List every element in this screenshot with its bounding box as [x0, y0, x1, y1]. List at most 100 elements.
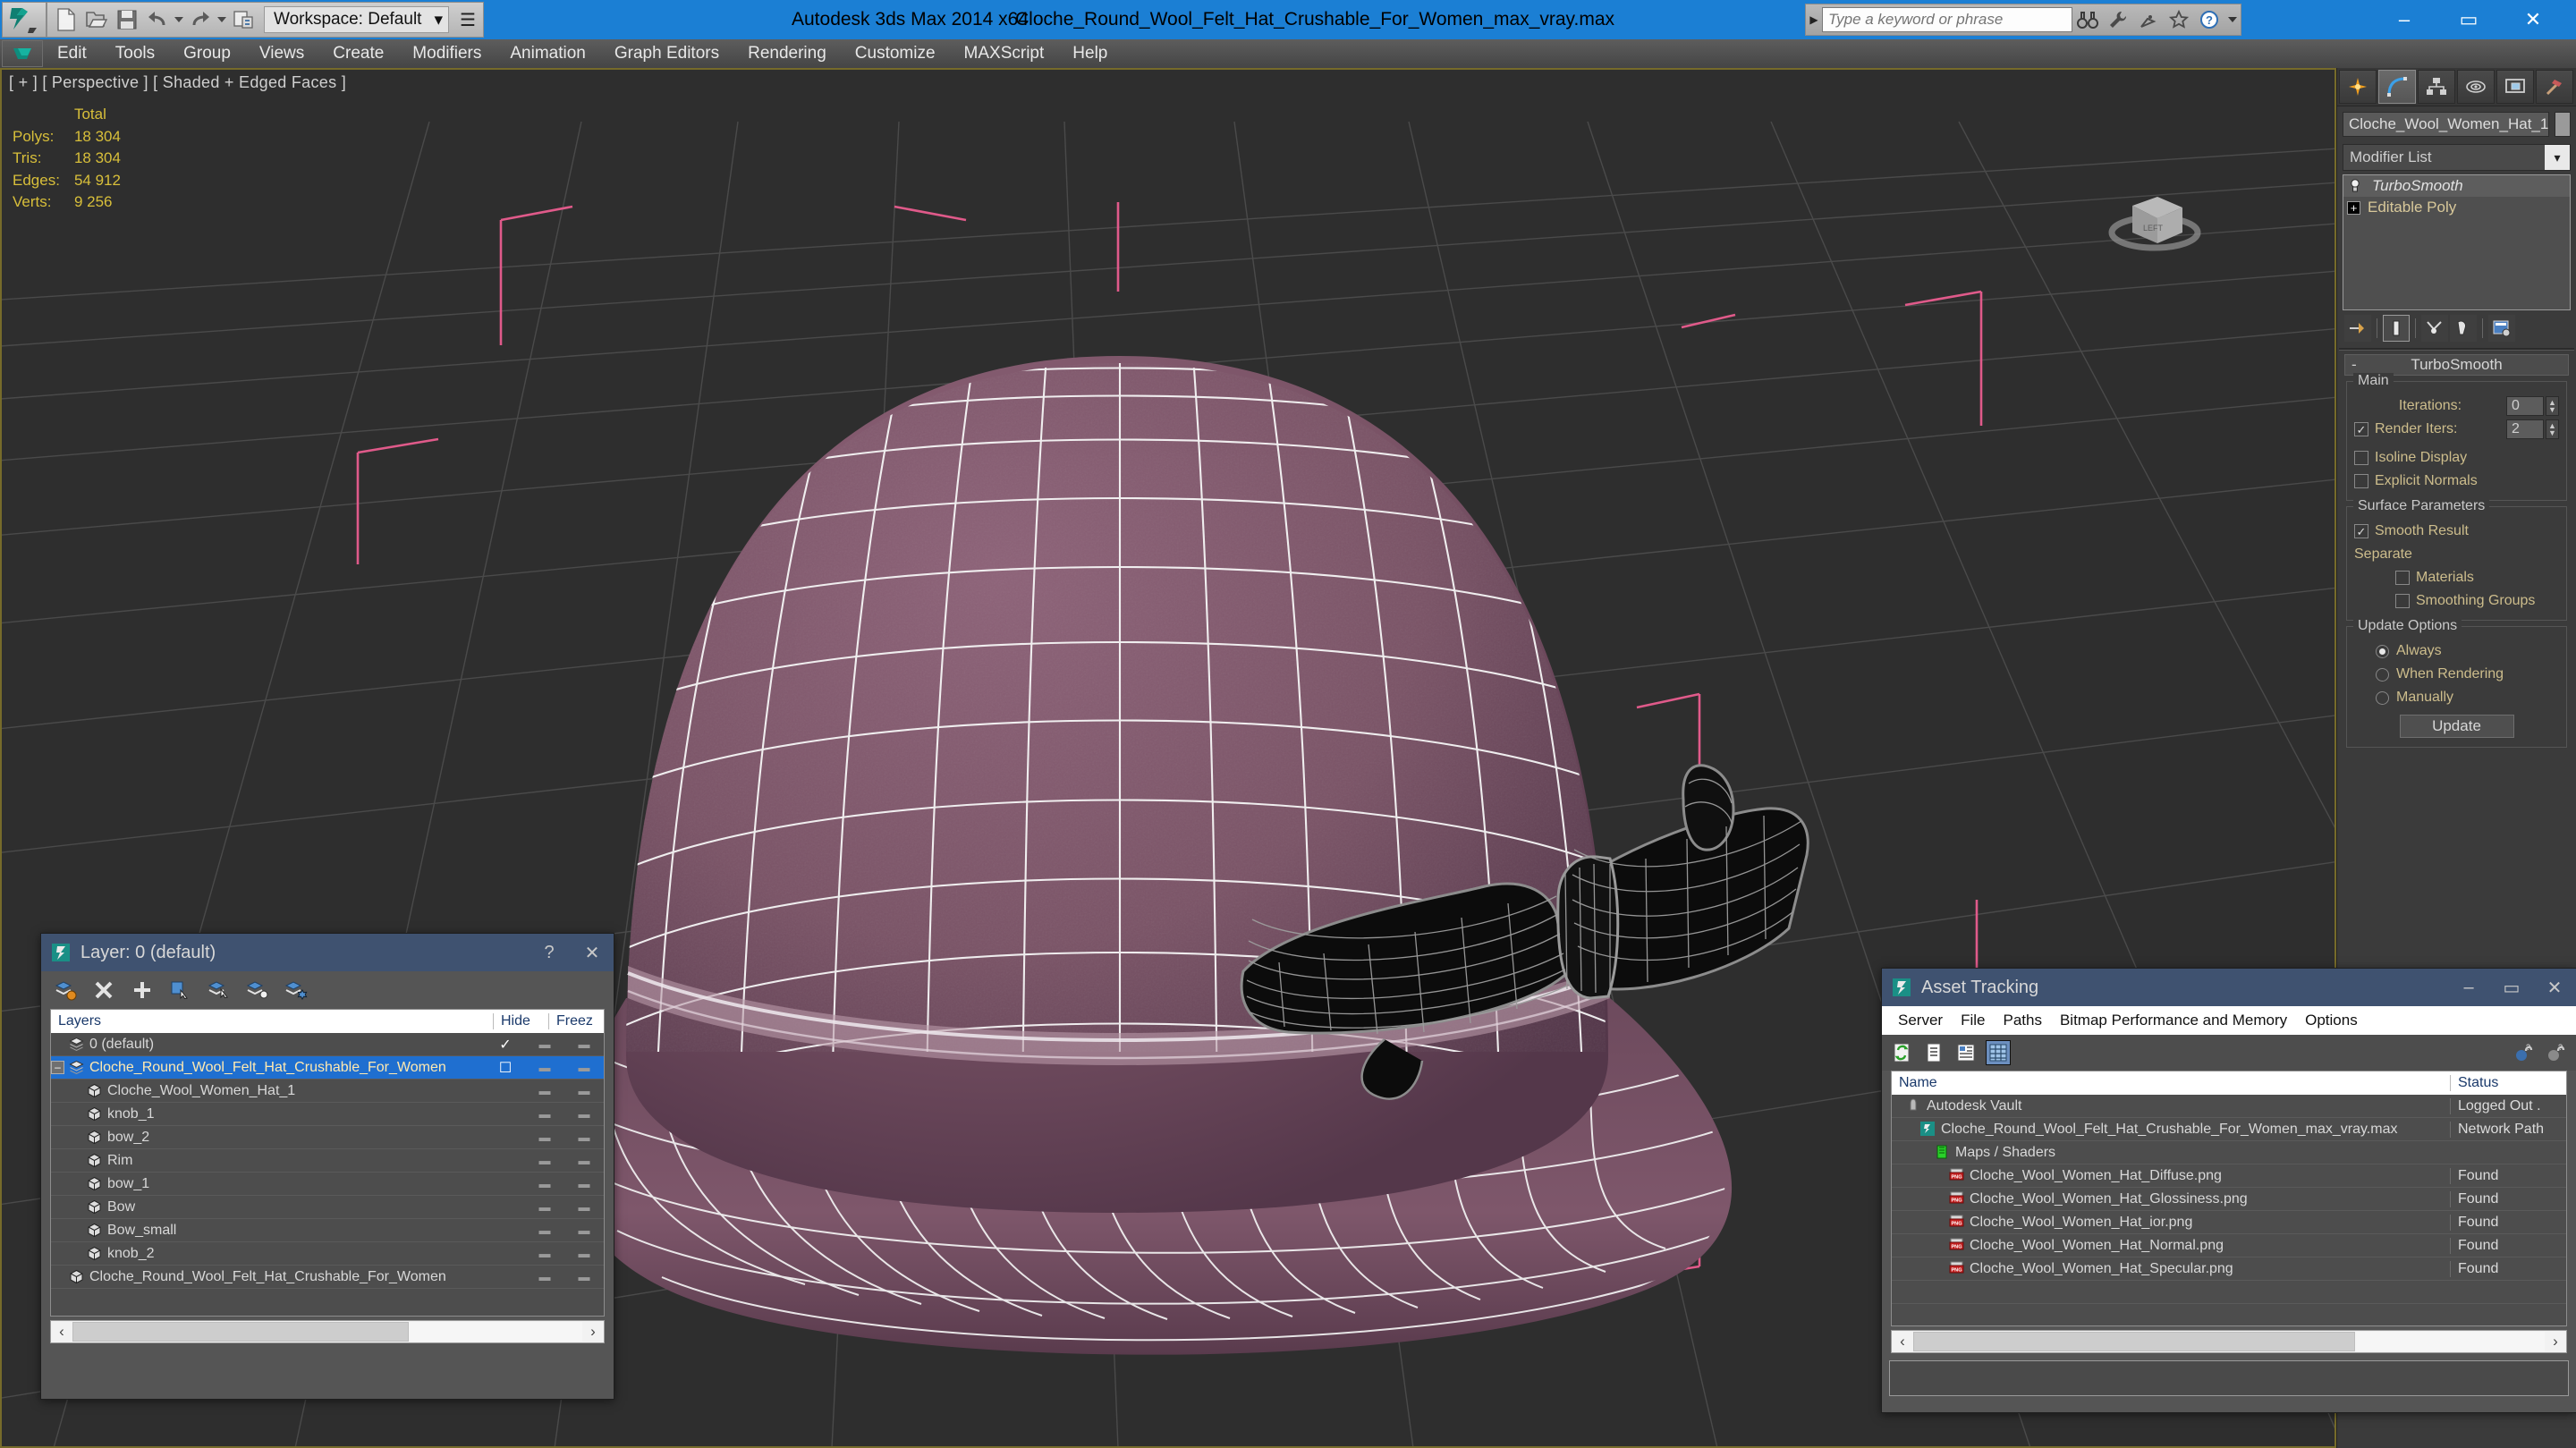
freeze-cell[interactable]: ▬: [564, 1200, 604, 1214]
star-icon[interactable]: [2164, 5, 2194, 34]
stack-item-turbosmooth[interactable]: TurboSmooth: [2343, 175, 2570, 197]
modifier-stack[interactable]: TurboSmooth + Editable Poly: [2343, 174, 2571, 310]
layer-help-button[interactable]: ?: [528, 934, 571, 971]
asset-tracking-window[interactable]: Asset Tracking – ▭ ✕ Server File Paths B…: [1881, 968, 2576, 1413]
asset-row[interactable]: Maps / Shaders: [1892, 1141, 2566, 1164]
undo-icon[interactable]: [142, 4, 173, 35]
satellite-dish-icon[interactable]: [2133, 5, 2164, 34]
scroll-thumb[interactable]: [72, 1322, 410, 1342]
help-dropdown-icon[interactable]: [2224, 5, 2241, 34]
hide-cell[interactable]: ▬: [525, 1224, 564, 1237]
freeze-cell[interactable]: ▬: [564, 1177, 604, 1190]
modifier-list-dropdown[interactable]: Modifier List ▾: [2343, 144, 2571, 171]
menu-customize[interactable]: Customize: [841, 39, 950, 68]
freeze-cell[interactable]: ▬: [564, 1107, 604, 1121]
show-end-result-icon[interactable]: [2383, 315, 2410, 342]
asset-row[interactable]: PNG Cloche_Wool_Women_Hat_ior.png Found: [1892, 1211, 2566, 1234]
at-menu-paths[interactable]: Paths: [1994, 1006, 2050, 1035]
object-color-swatch[interactable]: [2555, 112, 2571, 137]
layer-row[interactable]: knob_1 ▬ ▬: [51, 1103, 604, 1126]
layer-row[interactable]: Bow_small ▬ ▬: [51, 1219, 604, 1242]
object-name-field[interactable]: Cloche_Wool_Women_Hat_1: [2343, 112, 2550, 137]
freeze-cell[interactable]: ▬: [564, 1154, 604, 1167]
isoline-display-checkbox[interactable]: [2354, 451, 2368, 465]
col-hide[interactable]: Hide: [493, 1013, 548, 1029]
check-out-icon[interactable]: ?: [2544, 1040, 2569, 1065]
create-tab[interactable]: [2339, 70, 2377, 104]
workspace-menu-icon[interactable]: ☰: [456, 9, 479, 31]
list-view-icon[interactable]: [1921, 1040, 1946, 1065]
smoothing-groups-checkbox[interactable]: [2395, 594, 2410, 608]
help-question-icon[interactable]: ?: [2194, 5, 2224, 34]
scroll-left-icon[interactable]: ‹: [1892, 1333, 1913, 1351]
hide-cell[interactable]: ▬: [525, 1154, 564, 1167]
expand-icon[interactable]: +: [2347, 200, 2360, 215]
layer-properties-icon[interactable]: [284, 978, 308, 1002]
layer-row[interactable]: bow_2 ▬ ▬: [51, 1126, 604, 1149]
minimize-button[interactable]: –: [2372, 0, 2436, 39]
scroll-track[interactable]: [72, 1322, 582, 1342]
workspace-selector[interactable]: Workspace: Default ▾: [264, 6, 449, 33]
when-rendering-radio[interactable]: [2376, 667, 2389, 682]
menu-create[interactable]: Create: [318, 39, 398, 68]
asset-row[interactable]: PNG Cloche_Wool_Women_Hat_Normal.png Found: [1892, 1234, 2566, 1257]
menu-help[interactable]: Help: [1058, 39, 1122, 68]
freeze-cell[interactable]: ▬: [564, 1037, 604, 1051]
layer-grid[interactable]: Layers Hide Freez 0 (default) ✓ ▬ ▬ – Cloche_…: [50, 1009, 605, 1317]
pin-stack-icon[interactable]: [2344, 315, 2371, 342]
layer-window[interactable]: Layer: 0 (default) ? ✕ Layers Hide Freez…: [40, 933, 614, 1400]
menu-edit[interactable]: Edit: [43, 39, 101, 68]
hide-cell[interactable]: ▬: [525, 1247, 564, 1260]
asset-close-button[interactable]: ✕: [2533, 969, 2576, 1006]
modify-tab[interactable]: [2378, 70, 2416, 104]
asset-grid[interactable]: Name Status Autodesk Vault Logged Out . Cl…: [1891, 1071, 2567, 1327]
motion-tab[interactable]: [2457, 70, 2495, 104]
update-button[interactable]: Update: [2399, 715, 2514, 738]
render-iters-checkbox[interactable]: ✓: [2354, 422, 2368, 436]
col-freeze[interactable]: Freez: [548, 1013, 604, 1029]
maximize-button[interactable]: ▭: [2436, 0, 2501, 39]
freeze-cell[interactable]: ▬: [564, 1247, 604, 1260]
infocenter-expand-icon[interactable]: ▶: [1806, 13, 1822, 26]
freeze-cell[interactable]: ▬: [564, 1061, 604, 1074]
search-binoculars-icon[interactable]: [2072, 5, 2103, 34]
always-radio[interactable]: [2376, 644, 2389, 658]
open-file-icon[interactable]: [81, 4, 112, 35]
scroll-left-icon[interactable]: ‹: [51, 1323, 72, 1341]
highlight-selected-objects-layer-icon[interactable]: [208, 978, 231, 1002]
layer-row[interactable]: Rim ▬ ▬: [51, 1149, 604, 1173]
col-status[interactable]: Status: [2450, 1075, 2566, 1091]
at-menu-bitmap-performance[interactable]: Bitmap Performance and Memory: [2051, 1006, 2296, 1035]
asset-minimize-button[interactable]: –: [2447, 969, 2490, 1006]
render-iters-stepper[interactable]: 2 ▲ ▼: [2506, 419, 2559, 439]
delete-highlighted-layers-icon[interactable]: [92, 978, 115, 1002]
configure-modifier-sets-icon[interactable]: [2488, 315, 2515, 342]
freeze-cell[interactable]: ▬: [564, 1130, 604, 1144]
asset-horizontal-scrollbar[interactable]: ‹ ›: [1891, 1330, 2567, 1353]
menu-group[interactable]: Group: [169, 39, 245, 68]
menu-tools[interactable]: Tools: [101, 39, 169, 68]
hide-cell[interactable]: ▬: [525, 1270, 564, 1283]
spinner-arrows-icon[interactable]: ▲ ▼: [2545, 396, 2559, 416]
hide-cell[interactable]: ▬: [525, 1200, 564, 1214]
app-menu-button[interactable]: [2, 2, 47, 38]
view-cube[interactable]: LEFT: [2106, 177, 2204, 267]
select-objects-in-layer-icon[interactable]: [169, 978, 192, 1002]
max-menu-logo-icon[interactable]: [2, 40, 43, 67]
at-menu-file[interactable]: File: [1952, 1006, 1994, 1035]
menu-rendering[interactable]: Rendering: [733, 39, 841, 68]
check-in-icon[interactable]: ?: [2512, 1040, 2537, 1065]
iterations-stepper[interactable]: 0 ▲ ▼: [2505, 396, 2559, 416]
viewport-label[interactable]: [ + ] [ Perspective ] [ Shaded + Edged F…: [9, 73, 346, 92]
layer-row[interactable]: Cloche_Wool_Women_Hat_1 ▬ ▬: [51, 1080, 604, 1103]
at-menu-server[interactable]: Server: [1889, 1006, 1952, 1035]
redo-dropdown-icon[interactable]: [216, 4, 228, 35]
menu-graph-editors[interactable]: Graph Editors: [600, 39, 733, 68]
hide-cell[interactable]: ▬: [525, 1177, 564, 1190]
scroll-right-icon[interactable]: ›: [582, 1323, 604, 1341]
asset-row[interactable]: [1892, 1304, 2566, 1327]
col-layers[interactable]: Layers: [51, 1013, 461, 1029]
create-new-layer-icon[interactable]: [54, 978, 77, 1002]
smooth-result-checkbox[interactable]: ✓: [2354, 524, 2368, 538]
stack-item-editable-poly[interactable]: + Editable Poly: [2343, 197, 2570, 218]
